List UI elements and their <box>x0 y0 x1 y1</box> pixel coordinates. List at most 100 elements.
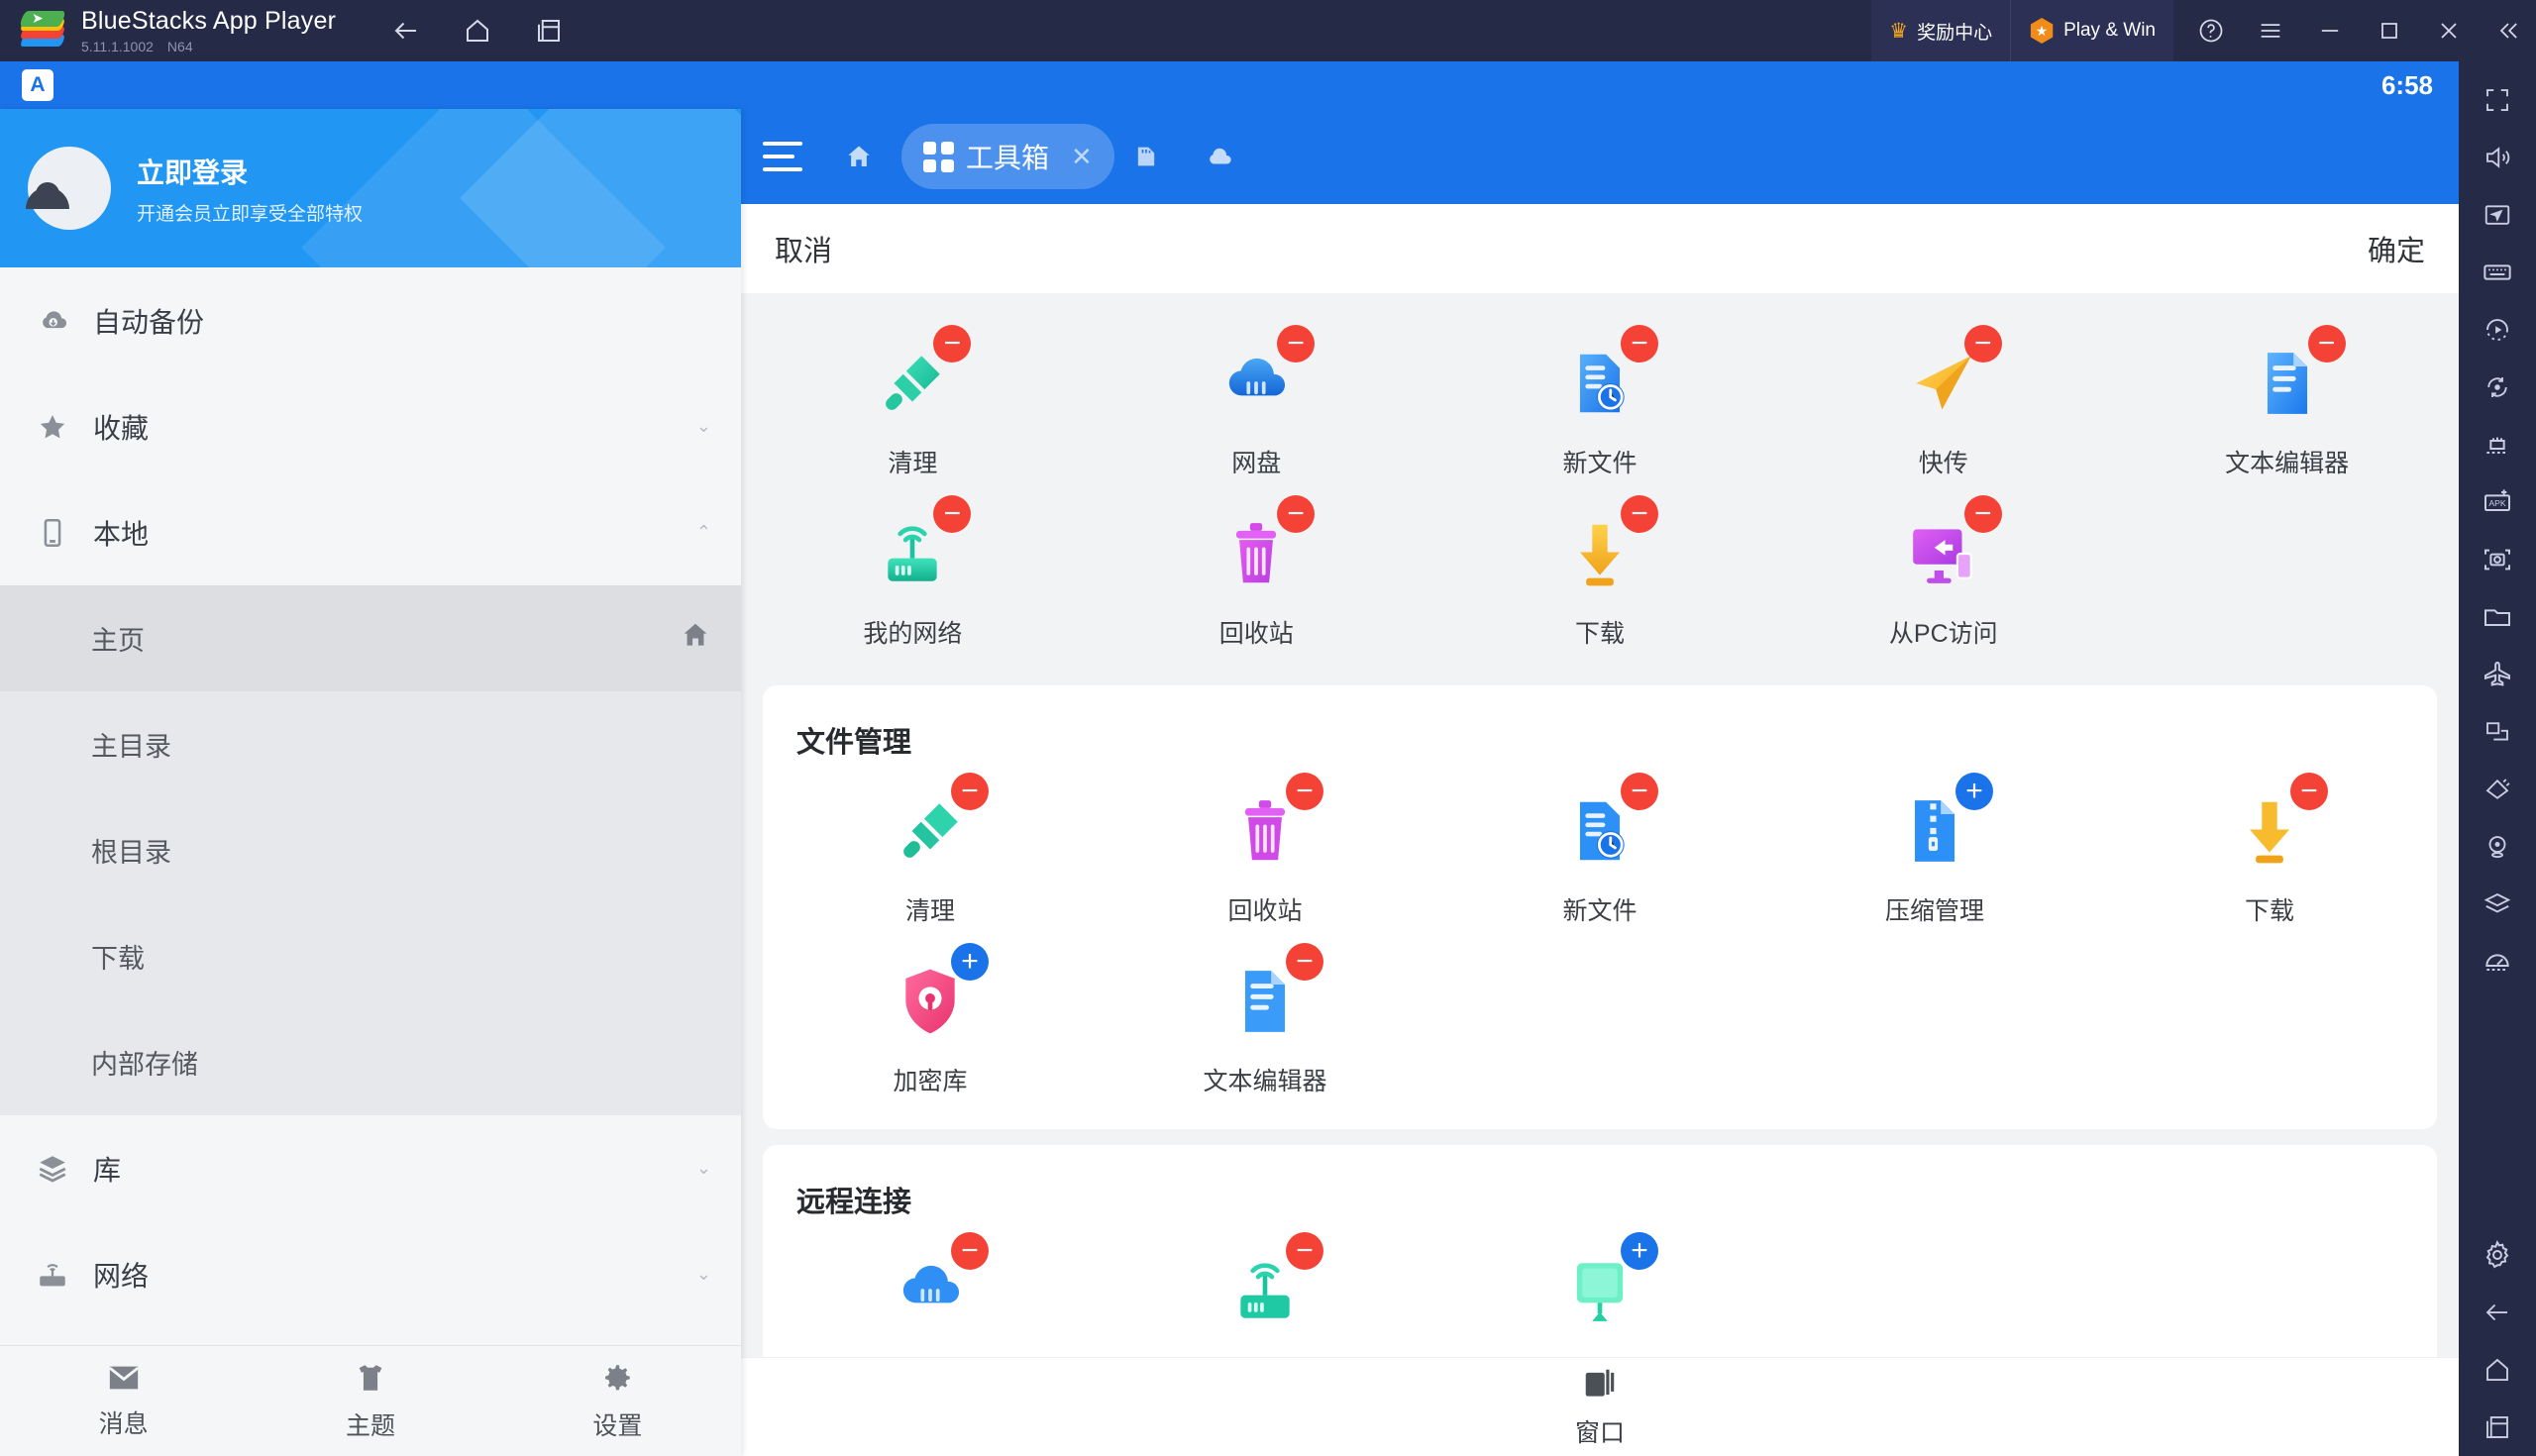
remove-badge-icon[interactable]: − <box>1621 773 1658 810</box>
drawer-item-network[interactable]: 网络 ⌄ <box>0 1221 741 1327</box>
tab-sdcard[interactable] <box>1118 124 1186 189</box>
tool-item[interactable]: − 我的网络 <box>741 489 1085 660</box>
keyboard-icon[interactable] <box>2469 244 2526 301</box>
media-folder-icon[interactable] <box>2469 588 2526 646</box>
tool-item[interactable]: − 下载 <box>1428 489 1772 660</box>
chevron-down-icon[interactable]: ⌄ <box>696 1264 711 1285</box>
sidebar-item-home[interactable]: 主页 <box>0 585 741 691</box>
drawer-item-favorites[interactable]: 收藏 ⌄ <box>0 373 741 479</box>
sidebar-item-download[interactable]: 下载 <box>0 903 741 1009</box>
screenshot-icon[interactable] <box>2469 531 2526 588</box>
tool-item[interactable]: − 网盘 <box>763 1226 1098 1357</box>
chevron-down-icon[interactable]: ⌄ <box>696 416 711 437</box>
help-icon[interactable] <box>2183 0 2239 61</box>
drawer-item-auto-backup[interactable]: 自动备份 <box>0 267 741 373</box>
minimize-icon[interactable] <box>2302 0 2358 61</box>
macro-recorder-icon[interactable] <box>2469 301 2526 359</box>
maximize-icon[interactable] <box>2362 0 2417 61</box>
rotate-icon[interactable] <box>2469 359 2526 416</box>
close-icon[interactable]: ✕ <box>1071 142 1093 172</box>
home-icon[interactable] <box>455 8 500 53</box>
sidebar-item-root-directory[interactable]: 根目录 <box>0 797 741 903</box>
multi-instance-icon[interactable] <box>526 8 572 53</box>
remove-badge-icon[interactable]: − <box>1277 495 1316 533</box>
add-badge-icon[interactable]: + <box>951 943 989 981</box>
collapse-icon[interactable] <box>2481 0 2536 61</box>
tool-item[interactable]: − 清理 <box>741 319 1085 489</box>
remove-badge-icon[interactable]: − <box>1963 325 2002 363</box>
drawer-item-tools[interactable]: 工具 ⌄ <box>0 1327 741 1345</box>
tool-item[interactable]: − 快传 <box>1771 319 2115 489</box>
drawer-bottom-theme[interactable]: 主题 <box>247 1346 493 1456</box>
tool-item[interactable]: − 从PC访问 <box>1771 489 2115 660</box>
back-icon[interactable] <box>2469 1284 2526 1341</box>
tool-item[interactable]: − 回收站 <box>1085 489 1428 660</box>
tool-item[interactable]: − 网盘 <box>1085 319 1428 489</box>
close-icon[interactable] <box>2421 0 2477 61</box>
remove-badge-icon[interactable]: − <box>2290 773 2328 810</box>
drawer-bottom-settings[interactable]: 设置 <box>494 1346 741 1456</box>
airplane-icon[interactable] <box>2469 646 2526 703</box>
sidebar-item-internal-storage[interactable]: 内部存储 <box>0 1009 741 1115</box>
shake-icon[interactable] <box>2469 416 2526 473</box>
toolbox-scroll-area[interactable]: − 清理 − 网盘 − 新文件 − 快传 − 文本编辑器 − 我的网络 − 回收… <box>741 293 2459 1357</box>
fullscreen-icon[interactable] <box>2469 71 2526 129</box>
tab-toolbox[interactable]: 工具箱 ✕ <box>901 124 1114 189</box>
performance-icon[interactable] <box>2469 933 2526 990</box>
tool-item[interactable]: − 文本编辑器 <box>2115 319 2459 489</box>
chevron-down-icon[interactable]: ⌄ <box>696 1158 711 1179</box>
remove-badge-icon[interactable]: − <box>933 325 972 363</box>
tool-item[interactable]: + 加密库 <box>763 937 1098 1107</box>
remove-badge-icon[interactable]: − <box>933 495 972 533</box>
home-icon[interactable] <box>2469 1341 2526 1399</box>
remove-badge-icon[interactable]: − <box>1286 1232 1323 1270</box>
cancel-button[interactable]: 取消 <box>775 228 832 269</box>
location-icon[interactable] <box>2469 818 2526 876</box>
back-icon[interactable] <box>383 8 429 53</box>
settings-gear-icon[interactable] <box>2469 1226 2526 1284</box>
remove-badge-icon[interactable]: − <box>951 773 989 810</box>
tool-item[interactable]: − 回收站 <box>1098 767 1432 937</box>
remove-badge-icon[interactable]: − <box>1963 495 2002 533</box>
tool-item[interactable]: − 新文件 <box>1428 319 1772 489</box>
remove-badge-icon[interactable]: − <box>951 1232 989 1270</box>
cursor-control-icon[interactable] <box>2469 186 2526 244</box>
remove-badge-icon[interactable]: − <box>1286 943 1323 981</box>
play-and-win-button[interactable]: ★ Play & Win <box>2010 0 2173 61</box>
add-badge-icon[interactable]: + <box>1955 773 1993 810</box>
multi-instance-manager-icon[interactable] <box>2469 876 2526 933</box>
drawer-item-local[interactable]: 本地 ⌃ <box>0 479 741 585</box>
tool-item[interactable]: − 文本编辑器 <box>1098 937 1432 1107</box>
tab-cloud[interactable] <box>1190 124 1259 189</box>
hamburger-icon[interactable] <box>763 142 806 171</box>
drawer-bottom-messages[interactable]: 消息 <box>0 1346 247 1456</box>
volume-icon[interactable] <box>2469 129 2526 186</box>
remove-badge-icon[interactable]: − <box>2307 325 2346 363</box>
recents-icon[interactable] <box>2469 1399 2526 1456</box>
rewards-center-button[interactable]: ♛ 奖励中心 <box>1871 0 2011 61</box>
chevron-up-icon[interactable]: ⌃ <box>696 522 711 543</box>
tool-item[interactable]: + 压缩管理 <box>1767 767 2102 937</box>
remove-badge-icon[interactable]: − <box>1620 325 1658 363</box>
tool-item[interactable]: − 新文件 <box>1432 767 1767 937</box>
confirm-button[interactable]: 确定 <box>2368 228 2425 269</box>
pip-icon[interactable] <box>2469 703 2526 761</box>
tab-home[interactable] <box>832 124 898 189</box>
windows-stack-icon[interactable] <box>1580 1365 1620 1407</box>
drawer-item-library[interactable]: 库 ⌄ <box>0 1115 741 1221</box>
remove-badge-icon[interactable]: − <box>1277 325 1316 363</box>
tool-item[interactable]: + 投屏 <box>1432 1226 1767 1357</box>
account-header[interactable]: 立即登录 开通会员立即享受全部特权 <box>0 109 741 267</box>
remove-badge-icon[interactable]: − <box>1286 773 1323 810</box>
eco-mode-icon[interactable] <box>2469 761 2526 818</box>
tool-item[interactable]: − 清理 <box>763 767 1098 937</box>
install-apk-icon[interactable]: APK <box>2469 473 2526 531</box>
brush-icon: − <box>888 773 989 874</box>
add-badge-icon[interactable]: + <box>1621 1232 1658 1270</box>
tool-item[interactable]: − 我的网络 <box>1098 1226 1432 1357</box>
sidebar-item-main-directory[interactable]: 主目录 <box>0 691 741 797</box>
sub-item-label: 主目录 <box>91 732 171 762</box>
menu-icon[interactable] <box>2243 0 2298 61</box>
tool-item[interactable]: − 下载 <box>2102 767 2437 937</box>
remove-badge-icon[interactable]: − <box>1620 495 1658 533</box>
